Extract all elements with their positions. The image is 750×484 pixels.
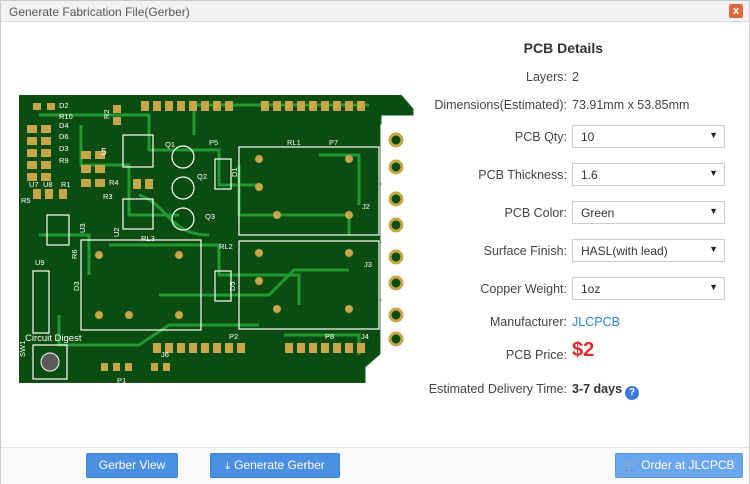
download-icon: ⤓ bbox=[225, 460, 231, 472]
silk-label: J2 bbox=[362, 202, 370, 211]
qty-select[interactable]: 10 ▼ bbox=[572, 125, 725, 148]
silk-label: R10 bbox=[59, 112, 73, 121]
silk-label: Q3 bbox=[205, 212, 215, 221]
gerber-view-button[interactable]: Gerber View bbox=[86, 453, 178, 478]
manufacturer-row: Manufacturer: JLCPCB bbox=[421, 310, 741, 334]
copper-label: Copper Weight: bbox=[480, 282, 567, 296]
silk-label: U3 bbox=[78, 223, 87, 233]
dialog-footer: Gerber View ⤓ Generate Gerber 🛒 Order at J… bbox=[1, 447, 749, 484]
price-value: $2 bbox=[572, 339, 595, 361]
silk-label: RL1 bbox=[287, 138, 301, 147]
silk-label: U8 bbox=[43, 180, 53, 189]
silk-label: Q1 bbox=[165, 140, 175, 149]
order-jlcpcb-button[interactable]: 🛒 Order at JLCPCB bbox=[615, 453, 743, 478]
copper-row: Copper Weight: 1oz ▼ bbox=[421, 277, 741, 301]
silk-label: U2 bbox=[112, 227, 121, 237]
gerber-view-label: Gerber View bbox=[98, 458, 166, 472]
switch-button bbox=[40, 352, 60, 372]
qty-row: PCB Qty: 10 ▼ bbox=[421, 125, 741, 149]
dimensions-row: Dimensions(Estimated): 73.91mm x 53.85mm bbox=[421, 93, 741, 117]
finish-label: Surface Finish: bbox=[483, 244, 567, 258]
silk-label: R9 bbox=[59, 156, 69, 165]
silk-label: D6 bbox=[59, 132, 69, 141]
close-button[interactable]: x bbox=[729, 4, 743, 18]
delivery-label: Estimated Delivery Time: bbox=[428, 382, 567, 396]
silk-label: R1 bbox=[61, 180, 71, 189]
silk-label: R3 bbox=[103, 192, 113, 201]
silk-label: 5 bbox=[101, 147, 107, 158]
silk-label: P8 bbox=[325, 332, 334, 341]
dimensions-label: Dimensions(Estimated): bbox=[434, 98, 567, 112]
price-label: PCB Price: bbox=[505, 348, 567, 362]
silk-label: R5 bbox=[21, 196, 31, 205]
finish-row: Surface Finish: HASL(with lead) ▼ bbox=[421, 239, 741, 263]
qty-value: 10 bbox=[581, 130, 595, 144]
silk-label: U7 bbox=[29, 180, 39, 189]
close-icon: x bbox=[732, 5, 740, 17]
silk-label: P5 bbox=[209, 138, 218, 147]
silk-label: J4 bbox=[361, 332, 369, 341]
silk-label: RL3 bbox=[141, 234, 155, 243]
silk-label: J6 bbox=[161, 350, 169, 359]
help-icon[interactable]: ? bbox=[625, 386, 640, 400]
silk-label: U9 bbox=[35, 258, 45, 267]
chevron-down-icon: ▼ bbox=[709, 168, 718, 178]
dimensions-value: 73.91mm x 53.85mm bbox=[572, 98, 690, 112]
finish-select[interactable]: HASL(with lead) ▼ bbox=[572, 239, 725, 262]
thickness-label: PCB Thickness: bbox=[478, 168, 567, 182]
color-select[interactable]: Green ▼ bbox=[572, 201, 725, 224]
generate-gerber-button[interactable]: ⤓ Generate Gerber bbox=[210, 453, 340, 478]
silk-label: RL2 bbox=[219, 242, 233, 251]
copper-value: 1oz bbox=[581, 282, 601, 296]
chevron-down-icon: ▼ bbox=[709, 244, 718, 254]
color-label: PCB Color: bbox=[504, 206, 567, 220]
manufacturer-label: Manufacturer: bbox=[489, 315, 567, 329]
color-value: Green bbox=[581, 206, 615, 220]
chevron-down-icon: ▼ bbox=[709, 130, 718, 140]
silk-label: P1 bbox=[117, 376, 126, 383]
silk-label: P2 bbox=[229, 332, 238, 341]
copper-select[interactable]: 1oz ▼ bbox=[572, 277, 725, 300]
qty-label: PCB Qty: bbox=[514, 130, 567, 144]
delivery-value-wrap: 3-7 days? bbox=[572, 377, 640, 401]
thickness-value: 1.6 bbox=[581, 168, 598, 182]
silk-label: D3 bbox=[72, 281, 81, 291]
silk-label: D3 bbox=[59, 144, 69, 153]
delivery-value: 3-7 days bbox=[572, 382, 623, 396]
silk-label: P7 bbox=[329, 138, 338, 147]
price-row: PCB Price: $2 bbox=[421, 339, 741, 367]
silk-label: R4 bbox=[109, 178, 119, 187]
chevron-down-icon: ▼ bbox=[709, 282, 718, 292]
silk-label: D5 bbox=[228, 281, 237, 291]
silk-label: R6 bbox=[70, 249, 79, 259]
details-title: PCB Details bbox=[523, 40, 603, 56]
manufacturer-link[interactable]: JLCPCB bbox=[572, 310, 620, 334]
silk-label: Q2 bbox=[197, 172, 207, 181]
brand-silk: Circuit Digest bbox=[25, 333, 82, 344]
order-label: Order at JLCPCB bbox=[641, 458, 735, 472]
terminal-pads bbox=[388, 132, 404, 347]
layers-value: 2 bbox=[572, 70, 579, 84]
generate-gerber-label: Generate Gerber bbox=[234, 458, 325, 472]
silk-label: J1 bbox=[393, 115, 401, 124]
silk-label: D2 bbox=[59, 101, 69, 110]
chevron-down-icon: ▼ bbox=[709, 206, 718, 216]
delivery-row: Estimated Delivery Time: 3-7 days? bbox=[421, 377, 741, 401]
thickness-select[interactable]: 1.6 ▼ bbox=[572, 163, 725, 186]
color-row: PCB Color: Green ▼ bbox=[421, 201, 741, 225]
window-title: Generate Fabrication File(Gerber) bbox=[9, 5, 190, 19]
pcb-preview: D2 R10 D4 D6 D3 R9 R2 U7 U8 R1 R5 R4 R3 … bbox=[19, 95, 414, 383]
silk-label: D4 bbox=[59, 121, 69, 130]
layers-label: Layers: bbox=[526, 70, 567, 84]
cart-icon: 🛒 bbox=[623, 460, 638, 472]
title-bar: Generate Fabrication File(Gerber) x bbox=[1, 1, 749, 22]
dialog-window: Generate Fabrication File(Gerber) x D2 R… bbox=[0, 0, 750, 484]
silk-label: R2 bbox=[102, 109, 111, 119]
silk-label: D1 bbox=[230, 167, 239, 177]
layers-row: Layers: 2 bbox=[421, 65, 741, 89]
finish-value: HASL(with lead) bbox=[581, 244, 668, 258]
thickness-row: PCB Thickness: 1.6 ▼ bbox=[421, 163, 741, 187]
silk-label: J3 bbox=[364, 260, 372, 269]
